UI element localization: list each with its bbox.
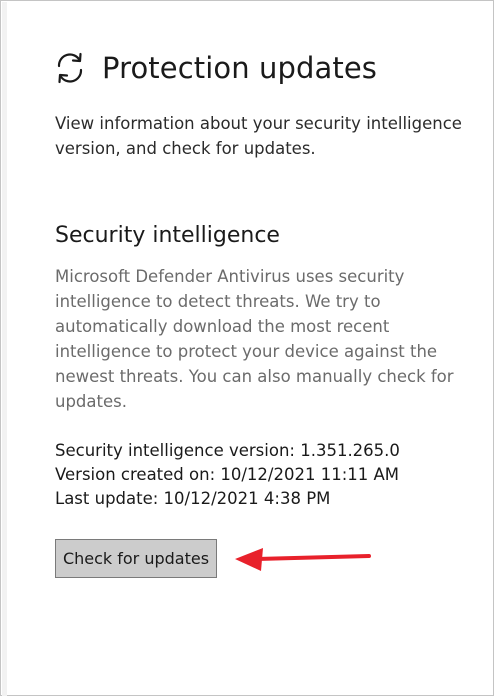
- refresh-icon: [57, 52, 83, 84]
- section-title-security-intelligence: Security intelligence: [55, 223, 280, 248]
- red-arrow-annotation: [235, 548, 371, 571]
- version-info: Security intelligence version: 1.351.265…: [55, 439, 475, 511]
- intelligence-version-text: Security intelligence version: 1.351.265…: [55, 441, 400, 460]
- panel-left-edge: [2, 2, 7, 696]
- check-for-updates-button[interactable]: Check for updates: [55, 539, 217, 578]
- page-title: Protection updates: [102, 51, 378, 85]
- section-description: Microsoft Defender Antivirus uses securi…: [55, 267, 454, 411]
- page-header: Protection updates: [53, 51, 377, 85]
- protection-updates-panel: Protection updates View information abou…: [0, 0, 494, 696]
- version-created-text: Version created on: 10/12/2021 11:11 AM: [55, 465, 400, 484]
- last-update-text: Last update: 10/12/2021 4:38 PM: [55, 489, 331, 508]
- page-description: View information about your security int…: [55, 114, 462, 158]
